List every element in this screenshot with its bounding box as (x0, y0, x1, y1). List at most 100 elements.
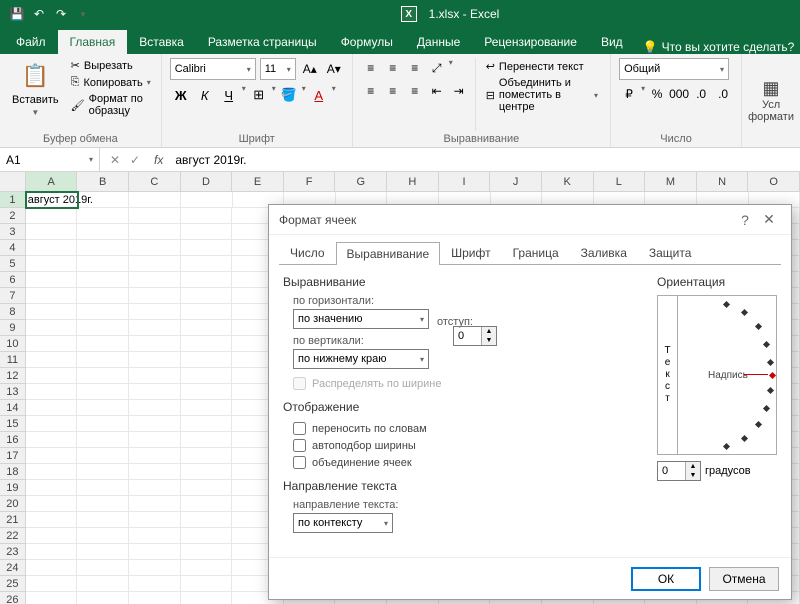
cell[interactable] (129, 544, 181, 560)
tab-data[interactable]: Данные (405, 30, 472, 54)
row-header[interactable]: 6 (0, 272, 26, 288)
column-header[interactable]: K (542, 172, 594, 191)
format-painter-button[interactable]: 🖌Формат по образцу (69, 92, 153, 118)
number-format-combo[interactable]: Общий▾ (619, 58, 729, 80)
spinner-up-icon[interactable]: ▲ (482, 327, 496, 336)
name-box[interactable]: A1▾ (0, 148, 100, 171)
row-header[interactable]: 24 (0, 560, 26, 576)
fill-color-button[interactable]: 🪣 (278, 84, 300, 106)
cell[interactable] (26, 464, 78, 480)
cell[interactable] (26, 592, 78, 604)
cell[interactable] (181, 560, 233, 576)
cell[interactable] (181, 320, 233, 336)
cell[interactable] (77, 480, 129, 496)
spinner-up-icon[interactable]: ▲ (686, 462, 700, 471)
decrease-font-icon[interactable]: A▾ (324, 58, 344, 80)
cell[interactable] (129, 240, 181, 256)
close-icon[interactable]: ✕ (757, 211, 781, 228)
row-header[interactable]: 12 (0, 368, 26, 384)
horizontal-combo[interactable]: по значению▾ (293, 309, 429, 329)
cell[interactable] (181, 368, 233, 384)
cell[interactable] (181, 384, 233, 400)
cell[interactable] (77, 240, 129, 256)
underline-button[interactable]: Ч (218, 84, 240, 106)
column-header[interactable]: I (439, 172, 491, 191)
ok-button[interactable]: ОК (631, 567, 701, 591)
tab-pagelayout[interactable]: Разметка страницы (196, 30, 329, 54)
cell[interactable] (26, 352, 78, 368)
cell[interactable] (26, 544, 78, 560)
cell[interactable] (77, 224, 129, 240)
cell[interactable] (77, 320, 129, 336)
vertical-combo[interactable]: по нижнему краю▾ (293, 349, 429, 369)
column-header[interactable]: H (387, 172, 439, 191)
row-header[interactable]: 26 (0, 592, 26, 604)
formula-input[interactable]: август 2019г. (167, 153, 800, 167)
row-header[interactable]: 25 (0, 576, 26, 592)
align-left-icon[interactable]: ≡ (361, 81, 381, 101)
font-name-combo[interactable]: Calibri▾ (170, 58, 256, 80)
cell[interactable] (77, 368, 129, 384)
spinner-down-icon[interactable]: ▼ (482, 336, 496, 345)
cell[interactable] (181, 416, 233, 432)
cell[interactable] (129, 560, 181, 576)
cell[interactable] (26, 256, 78, 272)
cell[interactable] (26, 560, 78, 576)
row-header[interactable]: 18 (0, 464, 26, 480)
row-header[interactable]: 13 (0, 384, 26, 400)
tab-review[interactable]: Рецензирование (472, 30, 589, 54)
decrease-indent-icon[interactable]: ⇤ (427, 81, 447, 101)
cell[interactable] (26, 480, 78, 496)
indent-spinner[interactable]: 0 ▲▼ (453, 326, 497, 346)
cell[interactable] (77, 432, 129, 448)
cell[interactable] (26, 416, 78, 432)
cell[interactable] (181, 304, 233, 320)
merge-center-button[interactable]: ⊟Объединить и поместить в центре▾ (482, 75, 602, 115)
cell[interactable] (77, 512, 129, 528)
cell[interactable] (181, 240, 233, 256)
cell[interactable] (26, 336, 78, 352)
cell[interactable] (26, 304, 78, 320)
orientation-control[interactable]: Текст Надпись (657, 295, 777, 455)
dtab-protection[interactable]: Защита (638, 241, 703, 264)
column-header[interactable]: C (129, 172, 181, 191)
cell[interactable] (26, 224, 78, 240)
bold-button[interactable]: Ж (170, 84, 192, 106)
enter-icon[interactable]: ✓ (126, 153, 144, 167)
font-size-combo[interactable]: 11▾ (260, 58, 296, 80)
row-header[interactable]: 2 (0, 208, 26, 224)
tab-file[interactable]: Файл (4, 30, 58, 54)
column-header[interactable]: F (284, 172, 336, 191)
cell[interactable] (26, 288, 78, 304)
cell[interactable] (26, 208, 78, 224)
row-header[interactable]: 4 (0, 240, 26, 256)
column-header[interactable]: N (697, 172, 749, 191)
tab-formulas[interactable]: Формулы (329, 30, 405, 54)
cell[interactable] (129, 384, 181, 400)
qat-customize-icon[interactable]: ▼ (74, 5, 92, 23)
redo-icon[interactable]: ↷ (52, 5, 70, 23)
cell[interactable] (181, 512, 233, 528)
cell[interactable] (77, 576, 129, 592)
row-header[interactable]: 8 (0, 304, 26, 320)
cell[interactable] (77, 448, 129, 464)
cell[interactable] (129, 208, 181, 224)
row-header[interactable]: 1 (0, 192, 26, 208)
cell[interactable] (77, 288, 129, 304)
cell[interactable] (181, 208, 233, 224)
orientation-dial[interactable]: Надпись (678, 296, 776, 454)
cell[interactable] (181, 272, 233, 288)
cell[interactable] (129, 368, 181, 384)
cell[interactable] (26, 576, 78, 592)
cell[interactable] (129, 272, 181, 288)
fx-icon[interactable]: fx (150, 153, 167, 167)
row-header[interactable]: 5 (0, 256, 26, 272)
row-header[interactable]: 17 (0, 448, 26, 464)
cell[interactable] (26, 320, 78, 336)
paste-button[interactable]: 📋 Вставить ▼ (8, 58, 63, 131)
cell[interactable] (26, 432, 78, 448)
dtab-font[interactable]: Шрифт (440, 241, 501, 264)
conditional-formatting-icon[interactable]: ▦ (763, 78, 780, 99)
tab-home[interactable]: Главная (58, 30, 128, 54)
cell[interactable] (129, 256, 181, 272)
